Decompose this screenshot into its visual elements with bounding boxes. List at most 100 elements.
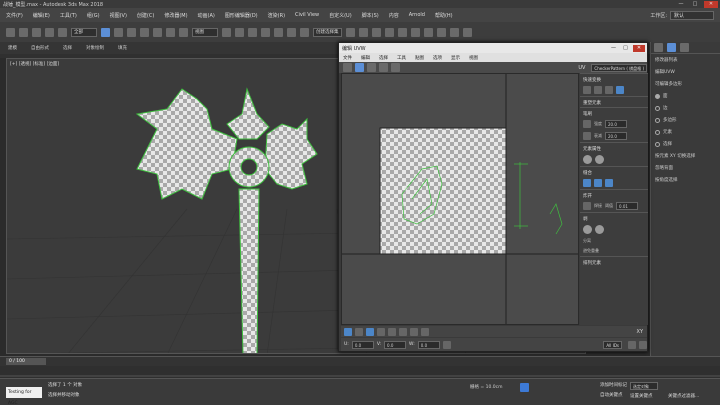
- u-input[interactable]: 0.0: [351, 340, 374, 349]
- uvw-menu-file[interactable]: 文件: [343, 55, 352, 61]
- stitch-section[interactable]: 缝合: [580, 166, 648, 177]
- quick-peel-icon[interactable]: [583, 225, 592, 234]
- menu-file[interactable]: 文件(F): [6, 12, 23, 19]
- auto-key-label[interactable]: 自动关键点: [600, 392, 623, 398]
- xy-toggle[interactable]: XY: [637, 329, 643, 335]
- menu-help[interactable]: 帮助(H): [435, 12, 453, 19]
- curve-editor-icon[interactable]: [397, 27, 407, 37]
- menu-civil-view[interactable]: Civil View: [295, 12, 319, 18]
- pivot-center-icon[interactable]: [222, 27, 231, 37]
- time-slider-handle[interactable]: 0 / 100: [6, 358, 46, 365]
- ribbon-tab-freeform[interactable]: 自由形式: [31, 45, 49, 51]
- menu-edit[interactable]: 编辑(E): [33, 12, 50, 19]
- mirror-icon[interactable]: [345, 27, 355, 37]
- v-input[interactable]: 0.0: [384, 340, 407, 349]
- material-editor-icon[interactable]: [423, 27, 433, 37]
- rescale-priority-icon[interactable]: [583, 155, 592, 164]
- option-row[interactable]: 多边形: [651, 114, 720, 126]
- uvw-maximize-button[interactable]: □: [621, 45, 630, 52]
- scene-explorer-icon[interactable]: [384, 27, 394, 37]
- menu-content[interactable]: 内容: [389, 12, 399, 19]
- uvw-menu-mapping[interactable]: 贴图: [415, 55, 424, 61]
- align-center-icon[interactable]: [594, 86, 602, 94]
- uvw-menu-view[interactable]: 视图: [469, 55, 478, 61]
- move-icon[interactable]: [153, 27, 162, 37]
- brush-strength-input[interactable]: 20.0: [605, 120, 627, 128]
- named-selection-set-select[interactable]: 创建选择集: [313, 27, 342, 37]
- element-mode-icon[interactable]: [377, 327, 385, 336]
- group-icon[interactable]: [595, 155, 604, 164]
- menu-arnold[interactable]: Arnold: [409, 12, 425, 18]
- render-setup-icon[interactable]: [436, 27, 446, 37]
- brush-section[interactable]: 笔刷: [580, 107, 648, 118]
- uvw-menu-edit[interactable]: 编辑: [361, 55, 370, 61]
- zoom-icon[interactable]: [639, 340, 647, 349]
- uvw-move-icon[interactable]: [343, 63, 352, 72]
- uvw-menu-select[interactable]: 选择: [379, 55, 388, 61]
- uvw-rotate-icon[interactable]: [355, 63, 364, 72]
- quick-transform-section[interactable]: 快速变换: [580, 73, 648, 84]
- relax-brush-icon[interactable]: [583, 132, 591, 140]
- trackbar[interactable]: [0, 366, 720, 378]
- weld-threshold-input[interactable]: 0.01: [616, 202, 638, 210]
- vertex-mode-icon[interactable]: [344, 327, 352, 336]
- schematic-view-icon[interactable]: [410, 27, 420, 37]
- w-input[interactable]: 0.0: [417, 340, 440, 349]
- unlink-icon[interactable]: [45, 27, 54, 37]
- menu-scripting[interactable]: 脚本(S): [362, 12, 379, 19]
- modifier-stack-item[interactable]: 可编辑多边形: [651, 78, 720, 90]
- option-row[interactable]: 元素: [651, 126, 720, 138]
- menu-rendering[interactable]: 渲染(R): [268, 12, 285, 19]
- selection-filter-select[interactable]: 全部: [71, 27, 97, 37]
- link-icon[interactable]: [32, 27, 41, 37]
- minimize-button[interactable]: —: [676, 1, 686, 8]
- maximize-button[interactable]: □: [690, 1, 700, 8]
- pan-icon[interactable]: [628, 340, 636, 349]
- checker-pattern-dropdown[interactable]: CheckerPattern ( 棋盘格 ): [591, 63, 647, 72]
- brush-falloff-input[interactable]: 20.0: [605, 132, 627, 140]
- modifier-stack-item[interactable]: 编辑UVW: [651, 66, 720, 78]
- key-filters-button[interactable]: 关键点过滤器...: [668, 393, 699, 399]
- edit-named-sets-icon[interactable]: [300, 27, 309, 37]
- time-slider[interactable]: 0 / 100: [0, 356, 720, 366]
- uvw-mirror-icon[interactable]: [391, 63, 400, 72]
- menu-graph-editors[interactable]: 图形编辑器(D): [225, 12, 258, 19]
- stitch-average-icon[interactable]: [605, 179, 613, 187]
- polygon-mode-icon[interactable]: [366, 327, 374, 336]
- menu-create[interactable]: 创建(C): [137, 12, 154, 19]
- rotate-90-icon[interactable]: [616, 86, 624, 94]
- ribbon-tab-modeling[interactable]: 建模: [8, 45, 17, 51]
- grow-selection-icon[interactable]: [388, 327, 396, 336]
- hierarchy-tab-icon[interactable]: [680, 43, 689, 52]
- create-tab-icon[interactable]: [654, 43, 663, 52]
- pelt-map-icon[interactable]: [595, 225, 604, 234]
- option-row[interactable]: 边: [651, 102, 720, 114]
- menu-modifiers[interactable]: 修改器(M): [164, 12, 187, 19]
- stitch-target-icon[interactable]: [594, 179, 602, 187]
- id-filter-dropdown[interactable]: All IDs: [603, 340, 622, 349]
- ribbon-tab-selection[interactable]: 选择: [63, 45, 72, 51]
- auto-key-icon[interactable]: [520, 383, 529, 392]
- peel-detach-label[interactable]: 分离: [583, 238, 591, 244]
- align-left-icon[interactable]: [583, 86, 591, 94]
- element-props-section[interactable]: 元素属性: [580, 142, 648, 153]
- selected-set-select[interactable]: 选定对象: [630, 382, 658, 390]
- add-time-tag[interactable]: 添加时间标记: [600, 382, 627, 388]
- peel-section[interactable]: 剥: [580, 212, 648, 223]
- redo-icon[interactable]: [19, 27, 28, 37]
- render-icon[interactable]: [462, 27, 472, 37]
- viewport-label[interactable]: [+] [透视] [标准] [边面]: [10, 61, 59, 67]
- snap-toggle-icon[interactable]: [248, 27, 257, 37]
- stitch-source-icon[interactable]: [583, 179, 591, 187]
- rotate-icon[interactable]: [166, 27, 175, 37]
- weld-selected-icon[interactable]: [583, 202, 591, 210]
- menu-tools[interactable]: 工具(T): [60, 12, 77, 19]
- explode-section[interactable]: 炸开: [580, 189, 648, 200]
- arrange-section[interactable]: 排列元素: [580, 256, 648, 267]
- select-object-icon[interactable]: [101, 27, 110, 37]
- uvw-menu-tools[interactable]: 工具: [397, 55, 406, 61]
- menu-group[interactable]: 组(G): [87, 12, 100, 19]
- ring-icon[interactable]: [421, 327, 429, 336]
- loop-icon[interactable]: [410, 327, 418, 336]
- select-by-name-icon[interactable]: [114, 27, 123, 37]
